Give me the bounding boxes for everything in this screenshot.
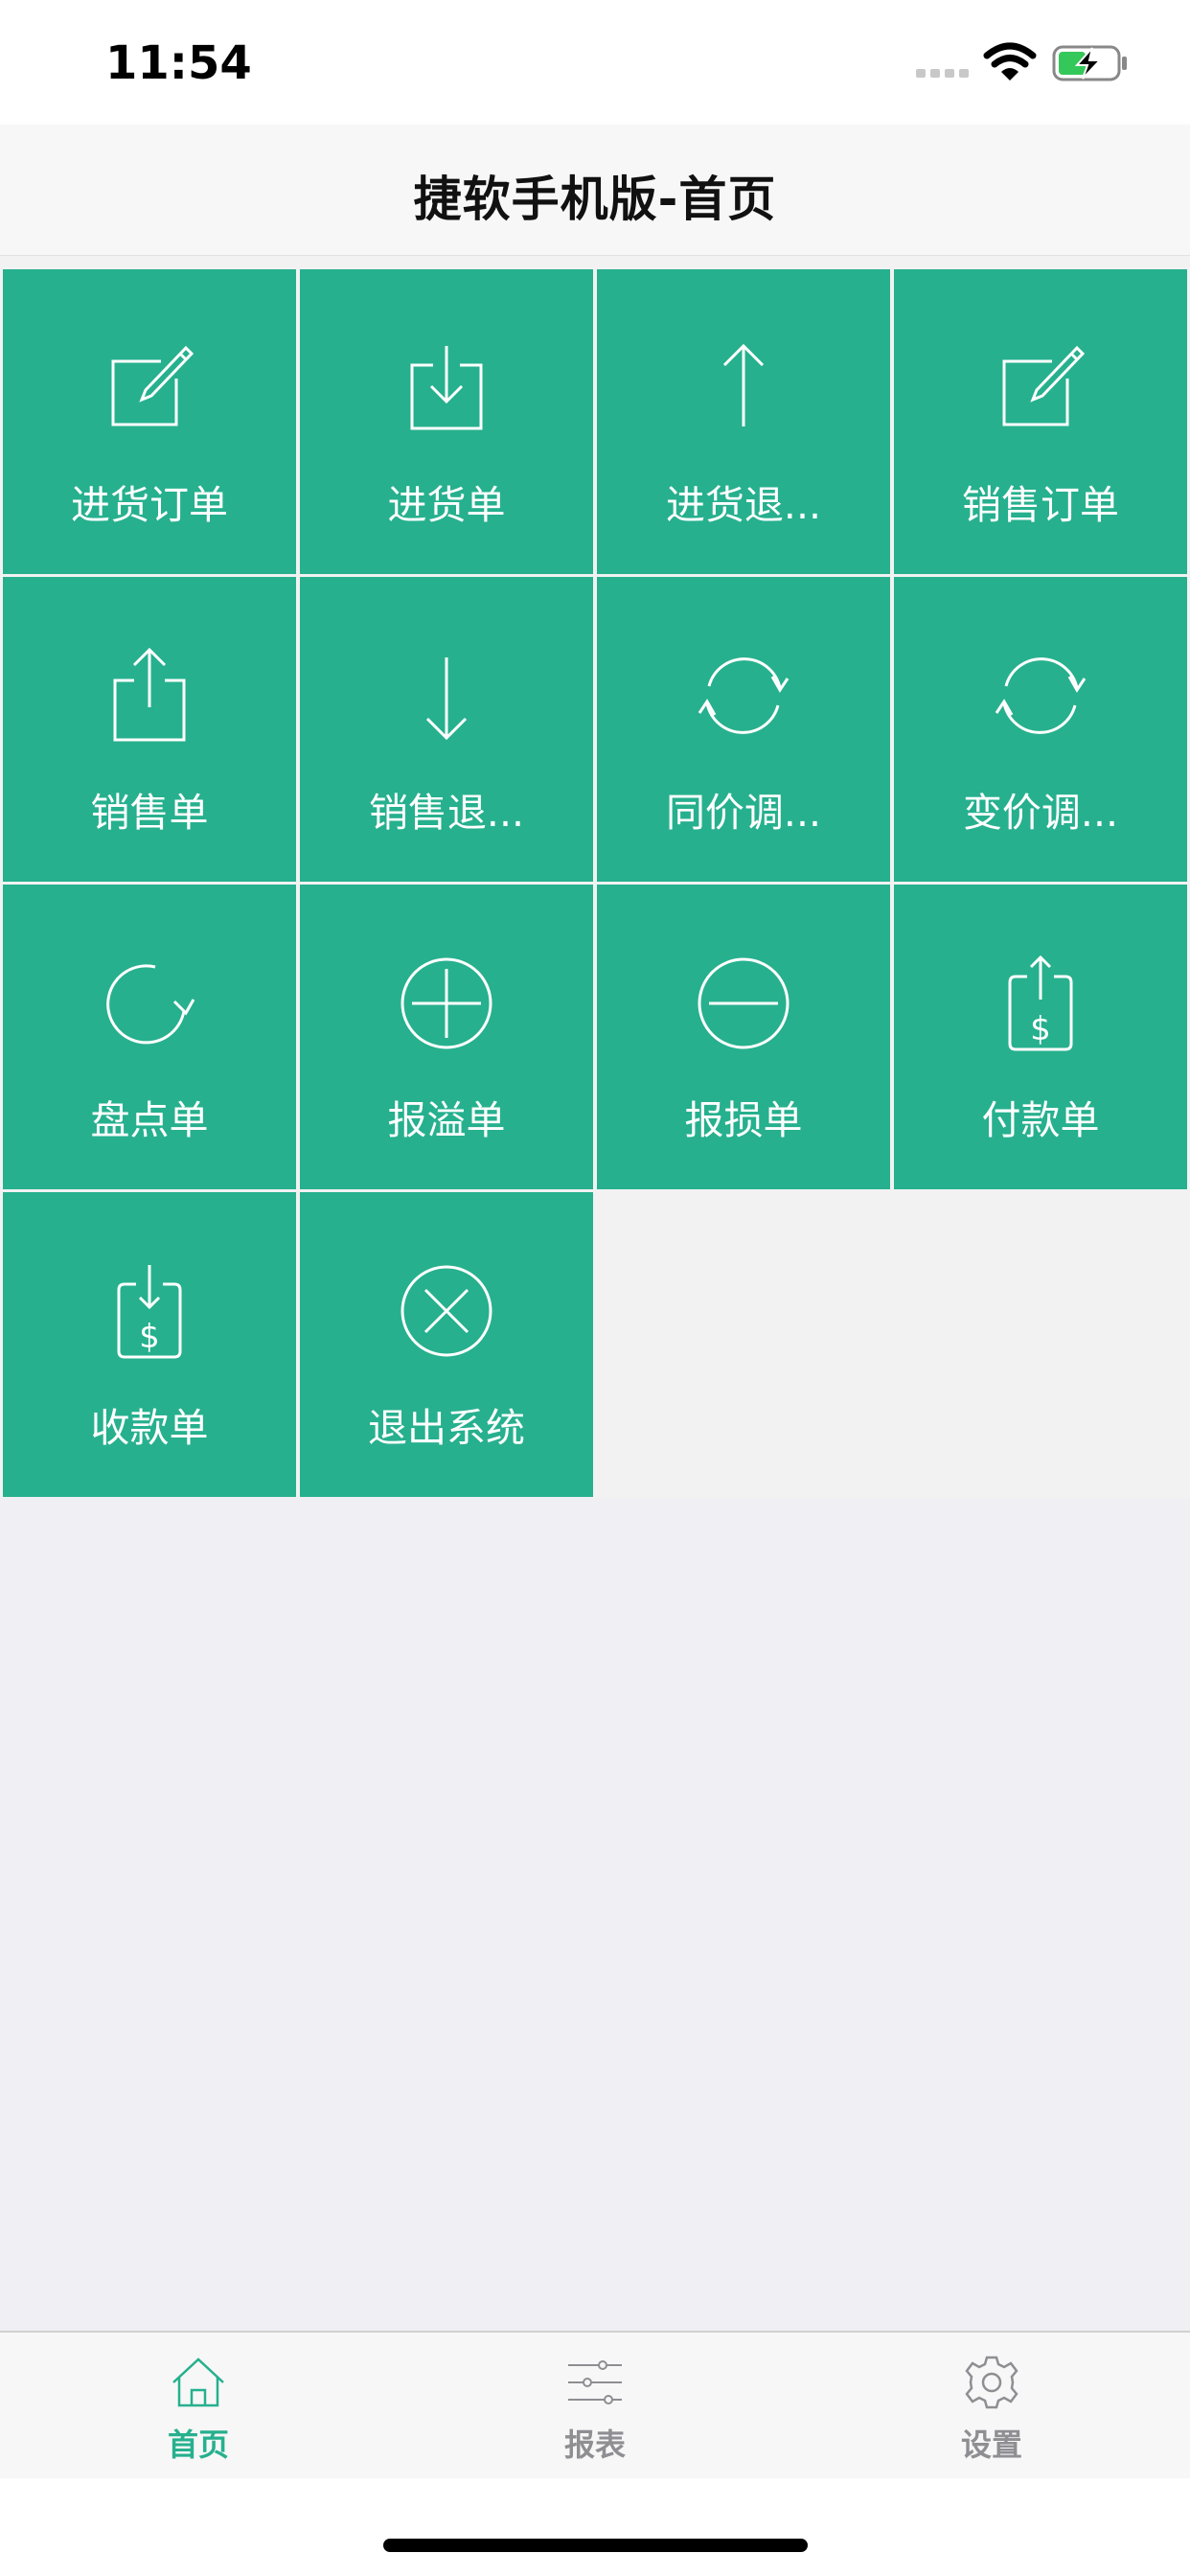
tile-label: 同价调... xyxy=(665,790,822,836)
tile-exit-system[interactable]: 退出系统 xyxy=(300,1192,593,1497)
cellular-signal-icon xyxy=(916,69,969,78)
compose-icon xyxy=(111,345,195,426)
arrow-up-icon xyxy=(722,343,765,426)
tab-label: 报表 xyxy=(563,2426,626,2463)
home-indicator-area xyxy=(0,2478,1190,2576)
dollar-in-icon: $ xyxy=(117,1265,182,1359)
navigation-bar: 捷软手机版-首页 xyxy=(0,125,1190,256)
tile-purchase-order[interactable]: 进货订单 xyxy=(3,269,296,574)
tile-receipt[interactable]: $ 收款单 xyxy=(3,1192,296,1497)
tab-label: 首页 xyxy=(167,2426,229,2463)
dollar-out-icon: $ xyxy=(1008,955,1073,1051)
tile-label: 进货订单 xyxy=(71,482,228,528)
tab-settings[interactable]: 设置 xyxy=(793,2333,1190,2480)
tab-reports[interactable]: 报表 xyxy=(397,2333,793,2480)
tile-label: 销售订单 xyxy=(962,482,1119,528)
tile-purchase-receipt[interactable]: 进货单 xyxy=(300,269,593,574)
circle-close-icon xyxy=(400,1265,492,1357)
svg-text:$: $ xyxy=(139,1318,160,1356)
refresh-cycle-icon xyxy=(995,657,1087,734)
svg-text:$: $ xyxy=(1030,1010,1051,1048)
tile-sales-order[interactable]: 销售订单 xyxy=(894,269,1187,574)
wifi-icon xyxy=(983,42,1037,80)
tile-sales-slip[interactable]: 销售单 xyxy=(3,577,296,882)
compose-icon xyxy=(1002,345,1086,426)
refresh-cycle-icon xyxy=(698,657,790,734)
tile-label: 销售单 xyxy=(90,790,209,836)
tile-label: 进货退... xyxy=(665,482,822,528)
tile-stocktake[interactable]: 盘点单 xyxy=(3,885,296,1189)
sliders-icon xyxy=(568,2360,622,2404)
share-upload-icon xyxy=(113,648,186,742)
tile-sales-return[interactable]: 销售退... xyxy=(300,577,593,882)
status-bar: 11:54 xyxy=(0,0,1190,125)
tab-bar: 首页 报表 设置 xyxy=(0,2331,1190,2480)
tab-home[interactable]: 首页 xyxy=(0,2333,397,2480)
tile-label: 退出系统 xyxy=(368,1405,525,1451)
tile-loss-report[interactable]: 报损单 xyxy=(597,885,890,1189)
tile-overflow-report[interactable]: 报溢单 xyxy=(300,885,593,1189)
home-indicator[interactable] xyxy=(383,2539,808,2552)
arrow-down-icon xyxy=(425,657,468,741)
tab-label: 设置 xyxy=(960,2426,1022,2463)
circle-plus-icon xyxy=(400,957,492,1049)
tile-payment[interactable]: $ 付款单 xyxy=(894,885,1187,1189)
tile-label: 进货单 xyxy=(387,482,506,528)
battery-charging-icon xyxy=(1052,45,1127,81)
tile-label: 报损单 xyxy=(684,1097,803,1143)
menu-grid: 进货订单 进货单 进货退... 销售订单 销售单 销售退... 同价调... 变… xyxy=(0,256,1190,1498)
tile-label: 销售退... xyxy=(368,790,525,836)
tile-label: 付款单 xyxy=(981,1097,1100,1143)
page-title: 捷软手机版-首页 xyxy=(413,172,777,227)
tile-label: 盘点单 xyxy=(90,1097,209,1143)
circle-minus-icon xyxy=(698,957,790,1049)
rotate-clockwise-icon xyxy=(106,964,195,1045)
download-tray-icon xyxy=(410,346,483,430)
tile-label: 变价调... xyxy=(962,790,1119,836)
tile-label: 报溢单 xyxy=(387,1097,506,1143)
tile-purchase-return[interactable]: 进货退... xyxy=(597,269,890,574)
tile-same-price-adjust[interactable]: 同价调... xyxy=(597,577,890,882)
main-content: 进货订单 进货单 进货退... 销售订单 销售单 销售退... 同价调... 变… xyxy=(0,256,1190,2331)
tile-label: 收款单 xyxy=(90,1405,209,1451)
gear-icon xyxy=(965,2356,1018,2409)
home-icon xyxy=(172,2358,224,2407)
tile-price-change-adjust[interactable]: 变价调... xyxy=(894,577,1187,882)
status-time: 11:54 xyxy=(105,36,252,90)
